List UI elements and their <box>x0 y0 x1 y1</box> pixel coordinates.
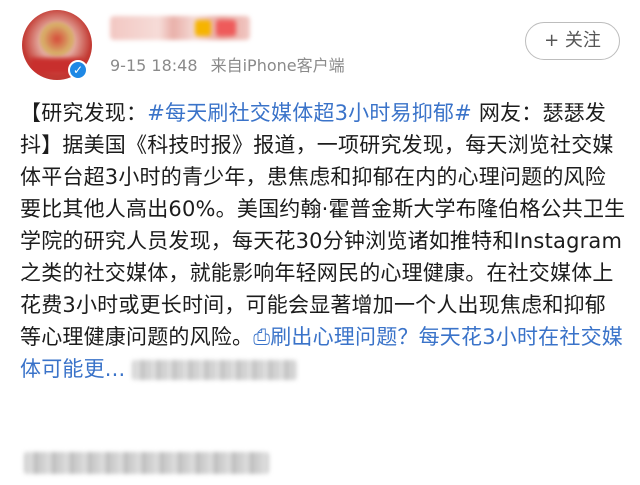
blurred-username[interactable] <box>110 16 250 40</box>
blurred-text <box>24 452 269 474</box>
topic-link[interactable]: #每天刷社交媒体超3小时易抑郁# <box>147 101 472 125</box>
post-text: 网友：瑟瑟发抖】据美国《科技时报》报道，一项研究发现，每天浏览社交媒体平台超3小… <box>20 101 626 349</box>
blurred-text <box>132 360 298 380</box>
verified-badge-icon: ✓ <box>68 60 88 80</box>
post-meta: 9-15 18:48 来自iPhone客户端 <box>110 52 353 76</box>
post-source: 来自iPhone客户端 <box>210 56 345 75</box>
link-icon[interactable]: ⎙ <box>253 325 270 349</box>
post-header: ✓ 9-15 18:48 来自iPhone客户端 + 关注 <box>0 0 640 90</box>
follow-button[interactable]: + 关注 <box>525 22 620 60</box>
post-timestamp: 9-15 18:48 <box>110 56 198 75</box>
user-badge-icon <box>195 20 211 36</box>
post-intro: 【研究发现： <box>20 101 148 125</box>
post-body: 【研究发现：#每天刷社交媒体超3小时易抑郁# 网友：瑟瑟发抖】据美国《科技时报》… <box>20 97 626 385</box>
avatar-emblem <box>40 22 74 56</box>
user-badge-icon <box>216 20 236 36</box>
